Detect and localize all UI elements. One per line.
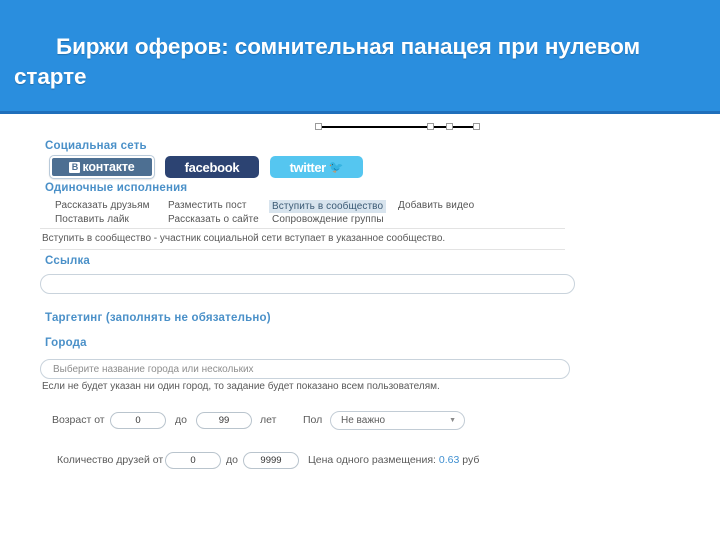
- social-button-facebook[interactable]: facebook: [165, 156, 259, 178]
- social-button-twitter[interactable]: twitter 🐦: [270, 156, 363, 178]
- gender-label: Пол: [303, 414, 323, 426]
- action-tell-about-site[interactable]: Рассказать о сайте: [168, 214, 259, 225]
- gender-select[interactable]: Не важно ▼: [330, 411, 465, 430]
- price-value: 0.63: [438, 454, 460, 466]
- price-label: Цена одного размещения:: [308, 454, 436, 466]
- targeting-label: Таргетинг (заполнять не обязательно): [45, 312, 271, 324]
- social-button-twitter-label: twitter: [289, 159, 327, 175]
- twitter-bird-icon: 🐦: [328, 160, 344, 174]
- age-to-input[interactable]: 99: [196, 412, 252, 429]
- actions-divider: [40, 228, 565, 229]
- action-place-post[interactable]: Разместить пост: [168, 200, 247, 211]
- action-join-community[interactable]: Вступить в сообщество: [269, 200, 387, 213]
- price-currency: руб: [462, 454, 480, 466]
- action-add-video[interactable]: Добавить видео: [398, 200, 474, 211]
- age-from-input[interactable]: 0: [110, 412, 166, 429]
- vk-logo-icon: В: [69, 161, 81, 173]
- friends-from-label: Количество друзей от: [57, 454, 164, 466]
- cities-input[interactable]: Выберите название города или нескольких: [40, 359, 570, 379]
- gender-select-value: Не важно: [341, 415, 386, 426]
- social-button-facebook-label: facebook: [184, 159, 240, 175]
- description-divider: [40, 249, 565, 250]
- link-label: Ссылка: [45, 255, 91, 267]
- single-actions-label: Одиночные исполнения: [45, 182, 188, 194]
- chevron-down-icon: ▼: [449, 417, 456, 424]
- social-button-vk-label: контакте: [82, 160, 135, 174]
- resize-handle-right[interactable]: [473, 123, 480, 130]
- header-bottom-divider: [0, 111, 720, 114]
- action-tell-friends[interactable]: Рассказать друзьям: [55, 200, 150, 211]
- resize-handle-mid2[interactable]: [446, 123, 453, 130]
- exchange-task-form-screenshot: Социальная сеть Вконтакте facebook twitt…: [0, 131, 720, 491]
- horizontal-rule: [315, 126, 480, 128]
- price-row: Цена одного размещения: 0.63 руб: [308, 454, 479, 466]
- resize-handle-left[interactable]: [315, 123, 322, 130]
- action-group-support[interactable]: Сопровождение группы: [272, 214, 384, 225]
- action-description: Вступить в сообщество - участник социаль…: [42, 233, 446, 244]
- friends-to-label: до: [226, 454, 238, 466]
- age-from-label: Возраст от: [52, 414, 105, 426]
- age-unit-label: лет: [260, 414, 277, 426]
- slide-header-banner: Биржи оферов: сомнительная панацея при н…: [0, 0, 720, 114]
- age-to-label: до: [175, 414, 187, 426]
- social-button-vk[interactable]: Вконтакте: [50, 156, 154, 178]
- action-put-like[interactable]: Поставить лайк: [55, 214, 129, 225]
- cities-hint: Если не будет указан ни один город, то з…: [42, 381, 440, 392]
- slide-title: Биржи оферов: сомнительная панацея при н…: [14, 34, 647, 89]
- resize-handle-mid[interactable]: [427, 123, 434, 130]
- friends-from-input[interactable]: 0: [165, 452, 221, 469]
- friends-to-input[interactable]: 9999: [243, 452, 299, 469]
- social-network-label: Социальная сеть: [45, 140, 147, 152]
- cities-label: Города: [45, 337, 87, 349]
- link-input[interactable]: [40, 274, 575, 294]
- selected-line-shape[interactable]: [315, 122, 480, 131]
